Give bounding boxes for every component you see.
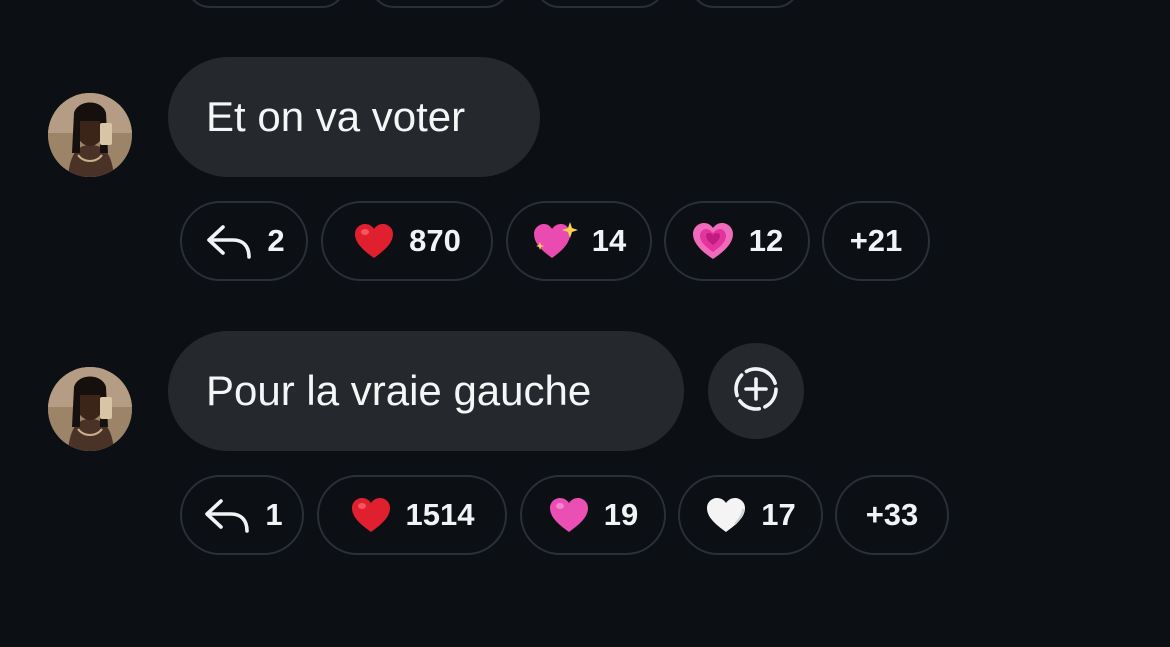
growing-heart-icon xyxy=(691,221,735,261)
more-reactions-button[interactable]: +33 xyxy=(835,475,949,555)
reaction-count: 1514 xyxy=(405,497,475,532)
add-reaction-button[interactable] xyxy=(708,343,804,439)
message-bubble[interactable]: Pour la vraie gauche xyxy=(168,331,684,451)
more-reactions-button[interactable]: +21 xyxy=(822,201,930,281)
red-heart-icon xyxy=(353,222,395,260)
reaction-count: 870 xyxy=(409,223,461,258)
previous-reaction-pill[interactable] xyxy=(370,0,510,8)
pink-heart-icon xyxy=(548,496,590,534)
previous-reaction-pill[interactable] xyxy=(186,0,346,8)
message-bubble[interactable]: Et on va voter xyxy=(168,57,540,177)
previous-reaction-pill[interactable] xyxy=(690,0,800,8)
reaction-pill-pink-heart[interactable]: 19 xyxy=(520,475,666,555)
reaction-pill-red-heart[interactable]: 1514 xyxy=(317,475,507,555)
more-reactions-count: +21 xyxy=(849,223,903,258)
reaction-pill-red-heart[interactable]: 870 xyxy=(321,201,493,281)
reply-count: 2 xyxy=(267,223,285,258)
reply-button[interactable]: 1 xyxy=(180,475,304,555)
red-heart-icon xyxy=(350,496,392,534)
reaction-count: 14 xyxy=(591,223,627,258)
reaction-count: 12 xyxy=(748,223,784,258)
reaction-pill-growing-heart[interactable]: 12 xyxy=(664,201,810,281)
add-reaction-icon xyxy=(731,364,781,419)
reply-icon xyxy=(203,221,253,261)
reaction-count: 17 xyxy=(761,497,796,532)
sparkling-heart-icon xyxy=(532,220,578,262)
more-reactions-count: +33 xyxy=(865,497,919,532)
reply-button[interactable]: 2 xyxy=(180,201,308,281)
reply-count: 1 xyxy=(265,497,283,532)
user-avatar[interactable] xyxy=(48,367,132,451)
white-heart-icon xyxy=(705,496,747,534)
message-text: Pour la vraie gauche xyxy=(206,367,592,414)
reply-icon xyxy=(201,495,251,535)
reaction-pill-white-heart[interactable]: 17 xyxy=(678,475,823,555)
previous-reaction-pill[interactable] xyxy=(535,0,665,8)
user-avatar[interactable] xyxy=(48,93,132,177)
reaction-count: 19 xyxy=(603,497,639,532)
message-text: Et on va voter xyxy=(206,93,466,140)
reaction-pill-sparkling-heart[interactable]: 14 xyxy=(506,201,652,281)
